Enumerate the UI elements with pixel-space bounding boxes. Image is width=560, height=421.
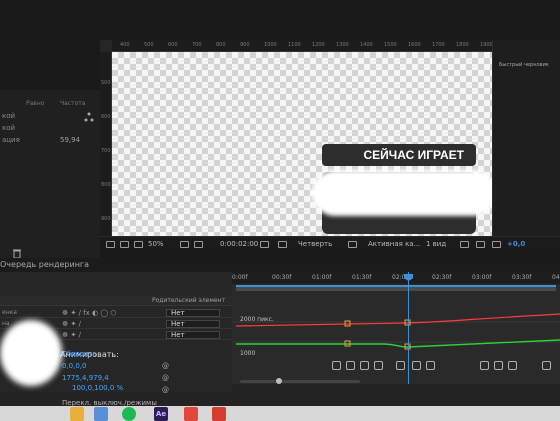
pick-whip-icon[interactable]: @ (162, 362, 169, 370)
graph-tools-icons[interactable] (396, 361, 405, 370)
now-playing-text-layer[interactable]: СЕЙЧАС ИГРАЕТ (322, 144, 476, 166)
timeline-zoom-slider[interactable] (240, 378, 360, 384)
red-curve (235, 313, 560, 327)
always-preview-icon[interactable] (106, 241, 115, 248)
ruler-mark: 900 (101, 216, 111, 222)
camera-select[interactable]: Активная ка... (368, 240, 420, 248)
graph-tools-icons[interactable] (494, 361, 503, 370)
ruler-mark: 1500 (384, 42, 397, 48)
parent-select[interactable]: Нет (166, 309, 220, 317)
graph-tools-icons[interactable] (346, 361, 355, 370)
ruler-mark: 1300 (336, 42, 349, 48)
store-icon[interactable] (94, 407, 108, 421)
panel-title: Быстрый черновик (499, 62, 549, 68)
timeline-tabs: Очередь рендеринга (0, 258, 560, 272)
adobe-after-effects-icon[interactable]: Ae (154, 407, 168, 421)
ruler-mark: 1700 (432, 42, 445, 48)
parent-column-header: Родительский элемент (152, 297, 225, 304)
layer-row[interactable]: енка ☸ ✦ ∕ fx ◐ ◯ ⬡ Нет (0, 308, 232, 318)
project-flow-icon[interactable] (84, 112, 94, 122)
transparency-grid-icon[interactable] (348, 241, 357, 248)
ruler-mark: 1400 (360, 42, 373, 48)
taskbar: Ae (0, 406, 560, 421)
layer-switch-icons[interactable]: ☸ ✦ ∕ (62, 320, 81, 328)
parent-select[interactable]: Нет (166, 331, 220, 339)
ruler-mark: 1100 (288, 42, 301, 48)
resolution-icon[interactable] (180, 241, 189, 248)
graph-tools-icons[interactable] (508, 361, 517, 370)
trash-icon[interactable] (12, 248, 22, 258)
layer-name[interactable]: енка (2, 309, 17, 316)
resolution-select[interactable]: Четверть (298, 240, 332, 248)
anchor-point-value[interactable]: 0,0,0,0 (62, 362, 87, 370)
graph-tools-icons[interactable] (332, 361, 341, 370)
project-item[interactable]: кой (2, 112, 15, 120)
zoom-select[interactable]: 50% (148, 240, 164, 248)
ruler-mark: 900 (240, 42, 250, 48)
position-value[interactable]: 1775,4,979,4 (62, 374, 109, 382)
project-item[interactable]: ация (2, 136, 20, 144)
app-icon[interactable] (184, 407, 198, 421)
graph-tools-icons[interactable] (412, 361, 421, 370)
ruler-mark: 1800 (456, 42, 469, 48)
green-curve (236, 339, 560, 348)
composition-viewer[interactable]: 400 500 600 700 800 900 1000 1100 1200 1300 1400 15… (100, 40, 500, 240)
layer-switch-icons[interactable]: ☸ ✦ ∕ (62, 331, 81, 339)
graph-tools-icons[interactable] (426, 361, 435, 370)
graph-tools-icons[interactable] (360, 361, 369, 370)
grid-icon[interactable] (134, 241, 143, 248)
frame-rate-value: 59,94 (60, 136, 81, 144)
ruler-mark: 500 (144, 42, 154, 48)
viewer-toolbar: 50% 0:00:02:00 Четверть Активная ка... 1… (100, 236, 560, 252)
ruler-mark: 800 (216, 42, 226, 48)
reset-exposure-icon[interactable] (460, 241, 469, 248)
ruler-mark: 1600 (408, 42, 421, 48)
project-item[interactable]: кой (2, 124, 15, 132)
ruler-mark: 700 (192, 42, 202, 48)
ruler-mark: 600 (168, 42, 178, 48)
ruler-mark: 1200 (312, 42, 325, 48)
graph-tools-icons[interactable] (542, 361, 551, 370)
ruler-mark: 500 (101, 80, 111, 86)
scale-value[interactable]: 100,0,100,0 % (72, 384, 123, 392)
tab-render-queue[interactable]: Очередь рендеринга (0, 260, 89, 269)
ruler-mark: 1900 (480, 42, 493, 48)
project-panel: Равно Частота кой кой ация 59,94 (0, 90, 100, 260)
graph-toolbar (232, 358, 560, 374)
ruler-top: 400 500 600 700 800 900 1000 1100 1200 1300 1400 15… (112, 40, 500, 52)
views-select[interactable]: 1 вид (426, 240, 446, 248)
blurred-overlay (312, 170, 496, 216)
layer-name[interactable]: на (2, 320, 10, 327)
color-picker-icon[interactable] (278, 241, 287, 248)
current-time[interactable]: 0:00:02:00 (220, 240, 258, 248)
file-explorer-icon[interactable] (70, 407, 84, 421)
ruler-mark: 600 (101, 114, 111, 120)
snapshot-icon[interactable] (260, 241, 269, 248)
layer-switch-icons[interactable]: ☸ ✦ ∕ fx ◐ ◯ ⬡ (62, 309, 117, 317)
project-col-header: Равно (26, 100, 45, 107)
parent-select[interactable]: Нет (166, 320, 220, 328)
pick-whip-icon[interactable]: @ (162, 386, 169, 394)
ruler-mark: 1000 (264, 42, 277, 48)
3d-view-icon[interactable] (492, 241, 501, 248)
screen: Равно Частота кой кой ация 59,94 400 500 6… (0, 0, 560, 421)
ruler-left: 500 600 700 800 900 (100, 52, 112, 240)
graph-tools-icons[interactable] (374, 361, 383, 370)
ruler-mark: 700 (101, 148, 111, 154)
graph-tools-icons[interactable] (480, 361, 489, 370)
ruler-mark: 800 (101, 182, 111, 188)
exposure-value[interactable]: +0,0 (507, 240, 525, 248)
app-icon[interactable] (212, 407, 226, 421)
reset-link[interactable]: Сбросить (62, 350, 97, 358)
pick-whip-icon[interactable]: @ (162, 374, 169, 382)
ruler-mark: 400 (120, 42, 130, 48)
blurred-overlay (0, 320, 62, 386)
mask-visibility-icon[interactable] (120, 241, 129, 248)
project-col-header: Частота (60, 100, 86, 107)
fast-preview-icon[interactable] (476, 241, 485, 248)
spotify-icon[interactable] (122, 407, 136, 421)
region-icon[interactable] (194, 241, 203, 248)
preview-panel: Быстрый черновик (492, 40, 560, 240)
